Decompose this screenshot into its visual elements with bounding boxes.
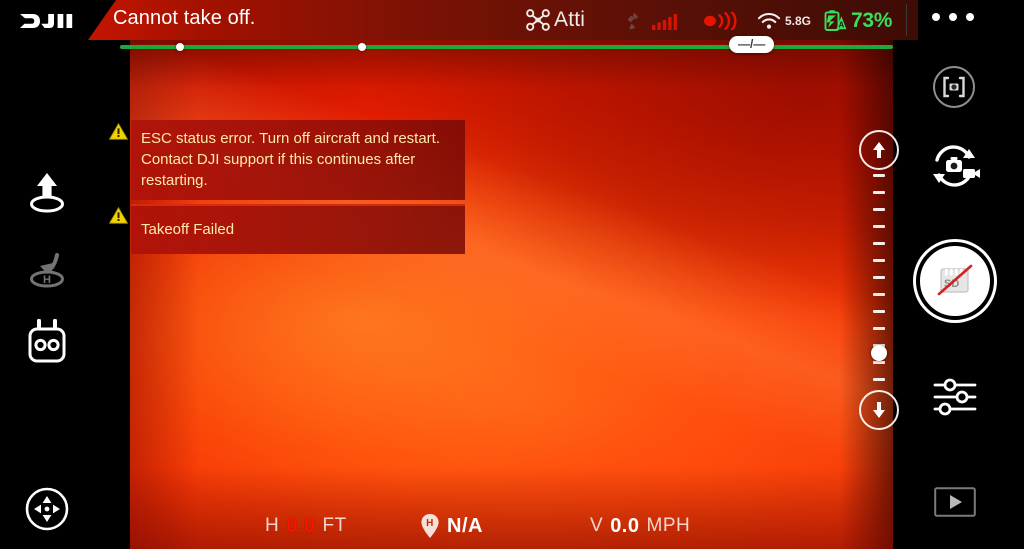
menu-dot [966,13,974,21]
shutter-button[interactable]: SD [916,242,994,320]
warning-message-list: ESC status error. Turn off aircraft and … [105,120,465,260]
remote-controller-button[interactable] [18,312,76,370]
battery-percent-label: 73% [851,9,893,32]
camera-mode-toggle-button[interactable] [924,140,984,192]
distance-readout: H N/A [420,513,483,539]
wifi-band-label: 5.8G [785,14,812,28]
warning-message[interactable]: Takeoff Failed [105,204,465,254]
battery-icon: A [823,9,847,33]
menu-dot [949,13,957,21]
sd-card-disabled-icon: SD [933,262,977,300]
velocity-label: V [590,515,604,536]
wifi-icon [757,12,781,30]
menu-dot [932,13,940,21]
warning-message-text: ESC status error. Turn off aircraft and … [131,120,465,200]
playback-button[interactable] [934,487,976,517]
camera-settings-button[interactable] [930,375,980,419]
remote-controller-icon [24,317,70,365]
flight-mode-indicator[interactable]: Atti [526,8,585,32]
distance-value: N/A [447,514,483,537]
rc-signal-indicator[interactable] [703,12,739,30]
page-title: Cannot take off. [113,7,256,29]
virtual-joystick-button[interactable] [18,480,76,538]
telemetry-bar: H 0.0 FT H N/A V 0.0 MPH [130,509,893,543]
gps-signal-indicator[interactable] [626,11,678,31]
gimbal-down-button[interactable] [859,390,899,430]
arrow-up-icon [870,140,888,160]
left-toolbar: H [0,40,130,549]
focus-lock-button[interactable] [930,63,978,111]
satellite-icon [626,11,648,31]
warning-message[interactable]: ESC status error. Turn off aircraft and … [105,120,465,200]
gps-signal-bars [652,13,678,30]
warning-triangle-icon [105,204,131,224]
status-bar-divider [906,4,907,36]
wifi-indicator[interactable]: 5.8G [757,12,811,30]
video-layer-vignette [130,36,893,549]
flight-distance-badge: —/— [729,36,775,53]
dpad-icon [23,485,71,533]
camera-video-feed[interactable] [130,36,893,549]
drone-icon [526,9,550,31]
velocity-readout: V 0.0 MPH [590,515,690,538]
warning-triangle-icon [105,120,131,140]
altitude-label: H [265,515,280,536]
dji-logo[interactable] [20,11,76,31]
svg-text:H: H [426,518,434,529]
play-icon [934,487,976,517]
progress-marker [358,43,366,51]
return-to-home-button[interactable]: H [18,243,76,301]
velocity-unit: MPH [646,515,691,536]
sliders-icon [931,376,979,418]
focus-frame-icon [931,64,977,110]
rc-transmission-icon [703,12,739,30]
return-home-icon: H [23,249,71,295]
flight-mode-label: Atti [554,8,586,31]
gimbal-pitch-slider[interactable] [858,130,900,430]
takeoff-arrow-icon [23,171,71,217]
more-options-icon[interactable] [932,13,974,21]
gimbal-up-button[interactable] [859,130,899,170]
altitude-readout: H 0.0 FT [265,515,347,538]
takeoff-button[interactable] [18,165,76,223]
svg-text:A: A [839,21,845,30]
home-pin-icon: H [420,513,440,539]
photo-video-switch-icon [925,141,983,191]
warning-message-text: Takeoff Failed [131,204,465,254]
battery-flight-progress-bar [120,43,893,51]
progress-marker [176,43,184,51]
gimbal-slider-handle[interactable] [871,345,887,361]
svg-text:H: H [43,274,51,286]
arrow-down-icon [870,400,888,420]
velocity-value: 0.0 [610,514,640,537]
altitude-unit: FT [322,515,347,536]
battery-indicator[interactable]: A 73% [823,9,892,33]
altitude-value: 0.0 [286,514,316,537]
top-status-bar: Cannot take off. Atti 5.8G A 73% [0,0,1024,40]
